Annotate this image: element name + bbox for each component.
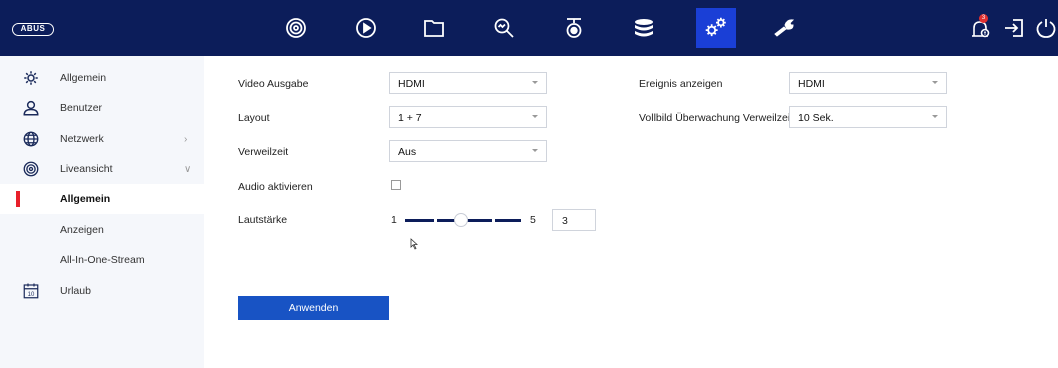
camera-icon[interactable] xyxy=(560,14,588,42)
sidebar-item-netzwerk[interactable]: Netzwerk › xyxy=(0,124,204,154)
top-navigation-bar: ABUS 3 xyxy=(0,0,1058,56)
calendar-day: 10 xyxy=(28,292,35,298)
volume-min: 1 xyxy=(391,214,397,226)
layout-label: Layout xyxy=(238,112,270,124)
chevron-down-icon: ∨ xyxy=(184,163,192,175)
slider-tick xyxy=(434,219,437,222)
file-icon[interactable] xyxy=(420,14,448,42)
select-value: HDMI xyxy=(798,78,825,90)
sidebar-item-liveansicht[interactable]: Liveansicht ∨ xyxy=(0,154,204,184)
settings-sidebar: Allgemein Benutzer Netzwerk › Liveansich… xyxy=(0,56,204,368)
volume-slider-thumb[interactable] xyxy=(454,213,468,227)
select-value: Aus xyxy=(398,146,417,158)
sidebar-subitem-allgemein[interactable]: Allgemein xyxy=(0,184,204,214)
video-output-label: Video Ausgabe xyxy=(238,78,309,90)
layout-select[interactable]: 1 + 7 xyxy=(389,106,547,128)
volume-max: 5 xyxy=(530,214,536,226)
sidebar-item-label: Urlaub xyxy=(60,285,91,297)
caret-down-icon xyxy=(532,115,538,118)
sidebar-subitem-anzeigen[interactable]: Anzeigen xyxy=(0,215,204,245)
alarm-icon[interactable]: 3 xyxy=(968,14,992,42)
caret-down-icon xyxy=(932,115,938,118)
dwell-time-select[interactable]: Aus xyxy=(389,140,547,162)
live-view-icon xyxy=(22,160,40,178)
event-display-select[interactable]: HDMI xyxy=(789,72,947,94)
playback-icon[interactable] xyxy=(352,14,380,42)
storage-icon[interactable] xyxy=(630,14,658,42)
search-icon[interactable] xyxy=(490,14,518,42)
active-marker xyxy=(16,191,20,207)
mouse-cursor-icon xyxy=(410,238,418,250)
slider-tick xyxy=(492,219,495,222)
select-value: HDMI xyxy=(398,78,425,90)
settings-icon[interactable] xyxy=(696,8,736,48)
live-view-icon[interactable] xyxy=(282,14,310,42)
caret-down-icon xyxy=(532,81,538,84)
event-display-label: Ereignis anzeigen xyxy=(639,78,723,90)
apply-button[interactable]: Anwenden xyxy=(238,296,389,320)
maintenance-icon[interactable] xyxy=(770,14,798,42)
sidebar-item-allgemein[interactable]: Allgemein xyxy=(0,63,204,93)
sidebar-item-label: Allgemein xyxy=(60,72,107,84)
audio-label: Audio aktivieren xyxy=(238,181,313,193)
select-value: 1 + 7 xyxy=(398,112,422,124)
caret-down-icon xyxy=(932,81,938,84)
sidebar-item-urlaub[interactable]: 10 Urlaub xyxy=(0,276,204,306)
user-icon xyxy=(22,99,40,117)
power-icon[interactable] xyxy=(1034,14,1058,42)
sidebar-item-label: All-In-One-Stream xyxy=(60,254,145,266)
dwell-time-label: Verweilzeit xyxy=(238,146,289,158)
sidebar-subitem-all-in-one-stream[interactable]: All-In-One-Stream xyxy=(0,245,204,275)
fullscreen-dwell-select[interactable]: 10 Sek. xyxy=(789,106,947,128)
alarm-count-badge: 3 xyxy=(979,14,988,23)
sidebar-item-label: Liveansicht xyxy=(60,163,113,175)
sidebar-item-label: Netzwerk xyxy=(60,133,104,145)
sidebar-item-label: Anzeigen xyxy=(60,224,104,236)
caret-down-icon xyxy=(532,149,538,152)
sidebar-item-label: Benutzer xyxy=(60,102,103,114)
logout-icon[interactable] xyxy=(1002,14,1026,42)
volume-value-input[interactable]: 3 xyxy=(552,209,596,231)
gear-icon xyxy=(22,69,40,87)
video-output-select[interactable]: HDMI xyxy=(389,72,547,94)
chevron-right-icon: › xyxy=(184,133,188,145)
sidebar-item-benutzer[interactable]: Benutzer xyxy=(0,93,204,123)
audio-checkbox[interactable] xyxy=(391,180,401,190)
volume-label: Lautstärke xyxy=(238,214,288,226)
volume-value: 3 xyxy=(562,215,568,227)
abus-logo: ABUS xyxy=(12,23,54,36)
calendar-icon: 10 xyxy=(22,282,40,300)
select-value: 10 Sek. xyxy=(798,112,834,124)
globe-icon xyxy=(22,130,40,148)
fullscreen-dwell-label: Vollbild Überwachung Verweilzeit xyxy=(639,112,794,124)
sidebar-item-label: Allgemein xyxy=(60,193,111,205)
